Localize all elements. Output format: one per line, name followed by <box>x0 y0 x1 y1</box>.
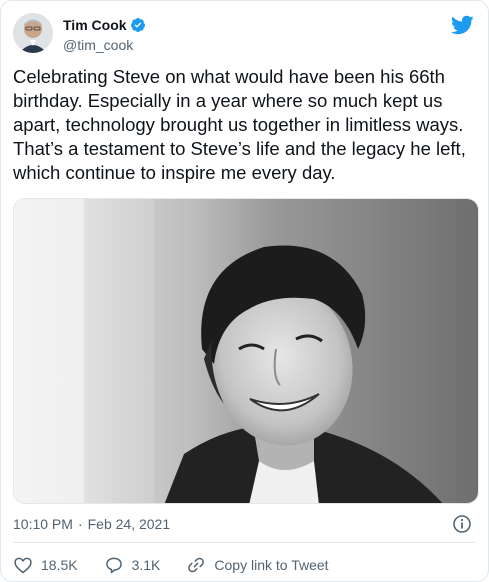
tweet-date[interactable]: Feb 24, 2021 <box>88 516 171 532</box>
display-name[interactable]: Tim Cook <box>63 17 127 33</box>
avatar[interactable] <box>13 13 53 53</box>
tweet-header: Tim Cook @tim_cook <box>13 13 476 57</box>
divider <box>13 542 476 543</box>
link-icon <box>188 557 205 573</box>
twitter-bird-icon[interactable] <box>450 13 474 37</box>
avatar-image <box>13 13 53 53</box>
author-names: Tim Cook @tim_cook <box>63 16 146 53</box>
tweet-time[interactable]: 10:10 PM <box>13 516 73 532</box>
like-count: 18.5K <box>41 557 78 573</box>
heart-icon <box>14 557 32 574</box>
tweet-body: Celebrating Steve on what would have bee… <box>13 66 466 183</box>
like-button[interactable]: 18.5K <box>13 555 78 575</box>
tweet-actions: 18.5K 3.1K Copy link to Tweet <box>13 554 476 576</box>
reply-count: 3.1K <box>131 557 161 573</box>
tweet-card: Tim Cook @tim_cook Celebrating Steve on … <box>0 0 489 582</box>
name-row: Tim Cook <box>63 16 146 34</box>
meta-separator: · <box>77 516 83 532</box>
tweet-text: Celebrating Steve on what would have bee… <box>13 65 479 185</box>
portrait-photo <box>14 199 478 503</box>
reply-bubble-icon <box>105 557 122 574</box>
copy-link-label: Copy link to Tweet <box>214 557 329 573</box>
reply-button[interactable]: 3.1K <box>104 555 161 575</box>
verified-badge-icon <box>130 17 146 33</box>
author-handle[interactable]: @tim_cook <box>63 37 146 53</box>
copy-link-button[interactable]: Copy link to Tweet <box>186 555 329 575</box>
tweet-meta: 10:10 PM · Feb 24, 2021 <box>13 514 476 534</box>
tweet-photo[interactable] <box>13 198 479 504</box>
info-icon[interactable] <box>452 514 472 534</box>
